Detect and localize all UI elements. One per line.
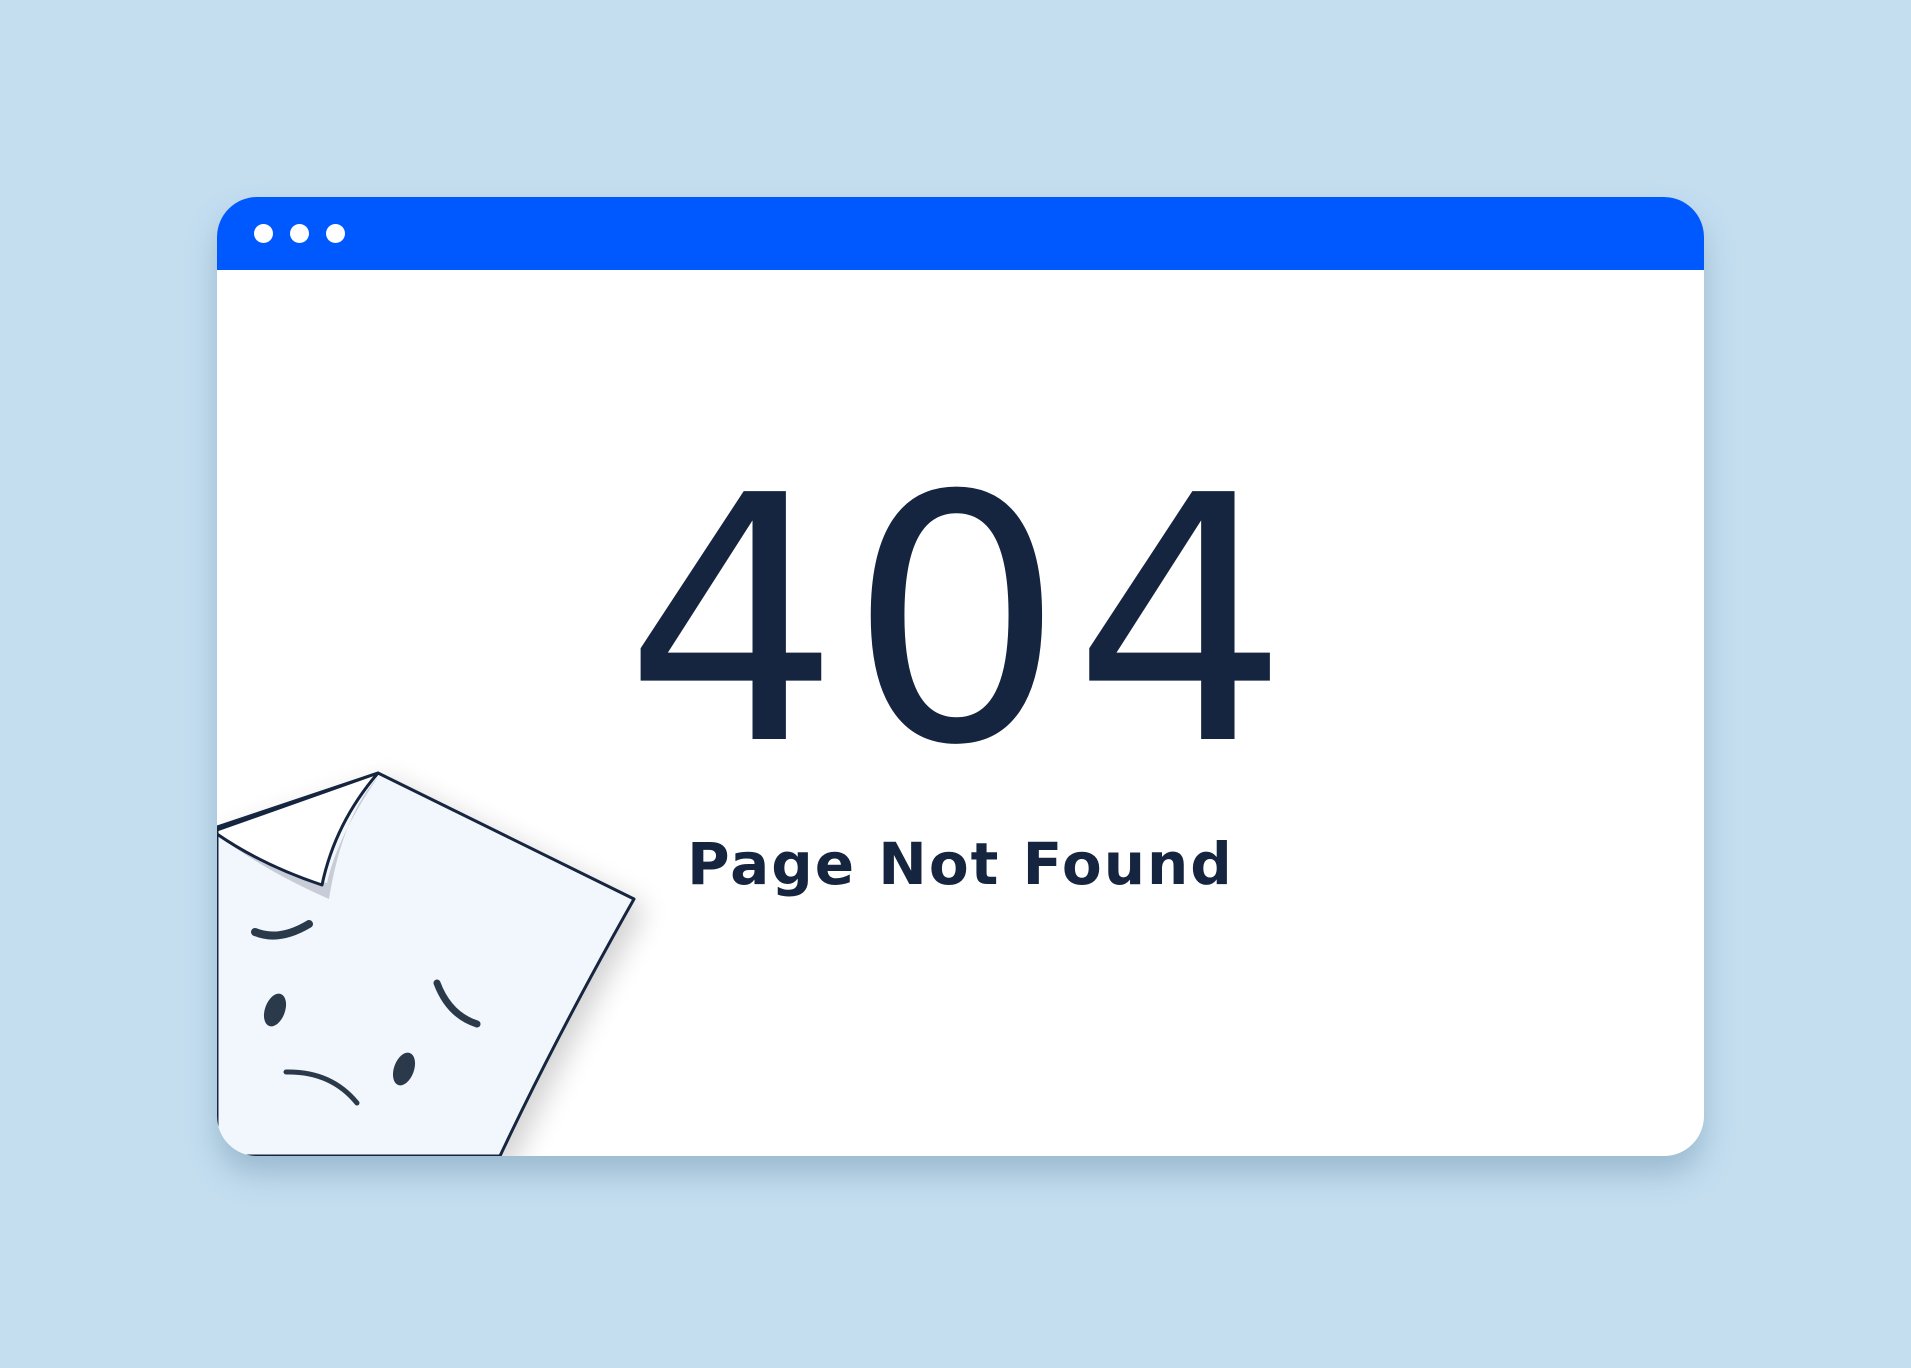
browser-window: 404 Page Not Found	[217, 197, 1704, 1156]
error-message: Page Not Found	[687, 830, 1234, 898]
window-control-dot[interactable]	[254, 224, 273, 243]
window-control-dot[interactable]	[290, 224, 309, 243]
window-control-dot[interactable]	[326, 224, 345, 243]
browser-titlebar	[217, 197, 1704, 270]
error-code: 404	[624, 424, 1297, 820]
